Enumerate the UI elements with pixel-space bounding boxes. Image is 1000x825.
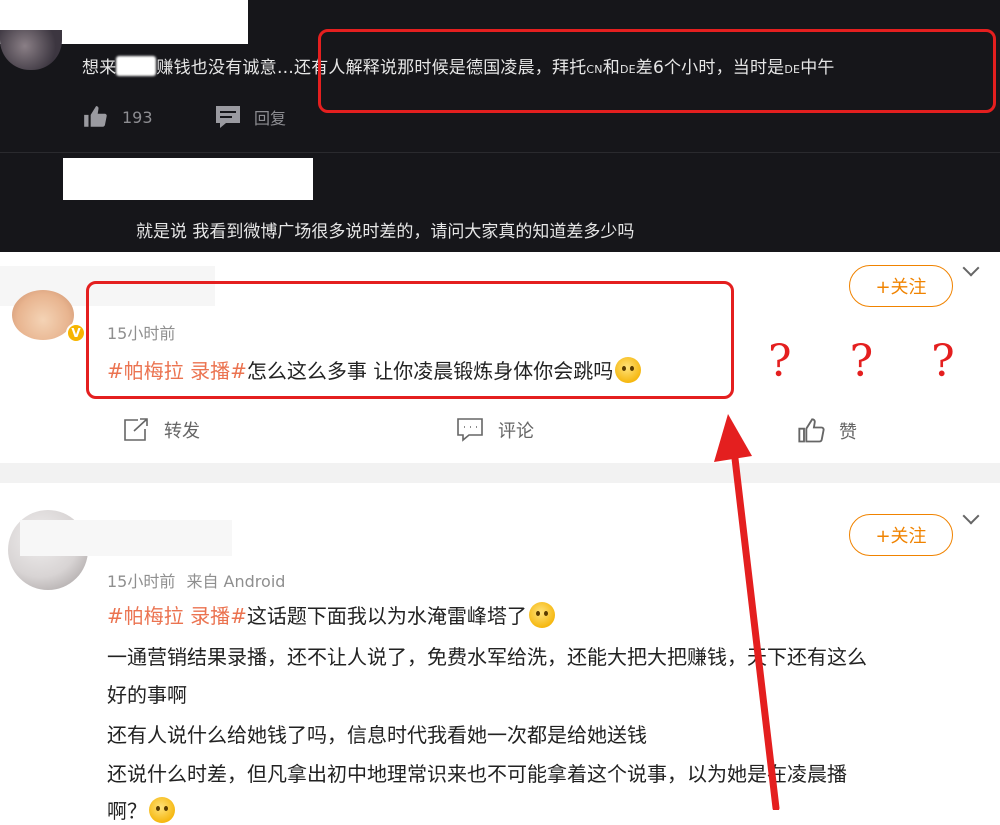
divider: [0, 152, 1000, 153]
avatar[interactable]: [0, 30, 62, 70]
thumbs-up-icon: [84, 106, 107, 127]
verified-badge-icon: V: [66, 323, 86, 343]
post-meta: 15小时前 来自 Android: [107, 568, 285, 592]
share-icon: [124, 418, 148, 441]
screaming-emoji-icon: [149, 797, 175, 823]
comment-label: 评论: [498, 421, 534, 442]
post-body-line: 还有人说什么给她钱了吗，信息时代我看她一次都是给她送钱: [107, 723, 647, 747]
annotation-question-marks: ? ? ?: [768, 336, 977, 387]
follow-button[interactable]: +关注: [849, 265, 953, 307]
repost-button[interactable]: 转发: [122, 417, 200, 443]
post-body-line: #帕梅拉 录播#这话题下面我以为水淹雷峰塔了: [107, 600, 555, 629]
thumbs-up-icon: [798, 418, 825, 443]
like-action[interactable]: 193: [82, 104, 153, 130]
reply-label: 回复: [254, 109, 287, 128]
post-source: 来自 Android: [186, 572, 286, 591]
post-separator: [0, 463, 1000, 483]
post-time: 15小时前: [107, 572, 176, 591]
redacted-username: [63, 158, 313, 200]
avatar[interactable]: [12, 290, 74, 340]
redacted-username: [20, 520, 232, 556]
redacted-word: [116, 56, 157, 76]
like-label: 赞: [839, 422, 857, 443]
reply-icon: [216, 106, 240, 128]
post-body-line: 好的事啊: [107, 683, 187, 707]
sub-reply-text: 就是说 我看到微博广场很多说时差的，请问大家真的知道差多少吗: [136, 222, 635, 242]
like-button[interactable]: 赞: [797, 417, 857, 445]
post-body-line: 啊？: [107, 795, 175, 824]
comment-button[interactable]: 评论: [456, 417, 534, 443]
annotation-box: [86, 281, 734, 399]
chevron-down-icon[interactable]: [962, 507, 980, 525]
follow-button[interactable]: +关注: [849, 514, 953, 556]
topic-link[interactable]: #帕梅拉 录播#: [107, 604, 247, 628]
crying-emoji-icon: [528, 602, 555, 628]
comment-icon: [457, 418, 483, 442]
like-count: 193: [122, 107, 153, 127]
annotation-box: [318, 29, 996, 113]
reply-action[interactable]: 回复: [214, 104, 286, 130]
repost-label: 转发: [164, 421, 200, 442]
annotation-arrow-icon: [714, 414, 780, 810]
